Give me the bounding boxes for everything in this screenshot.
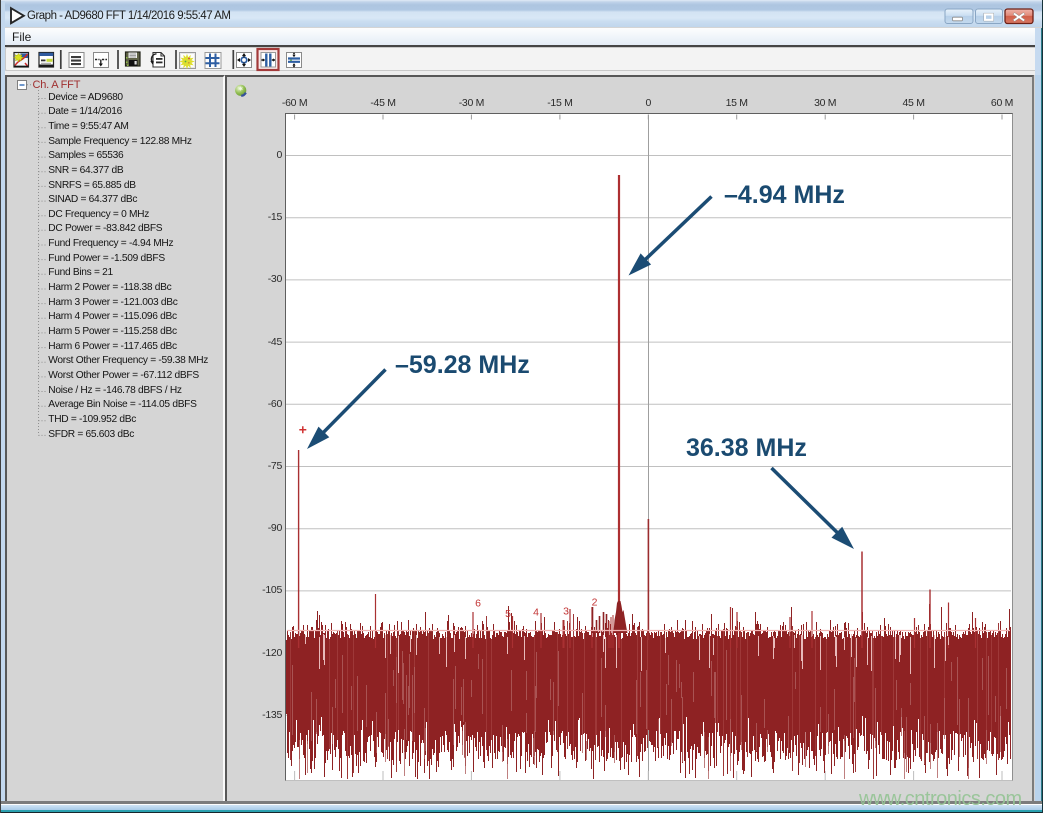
svg-text:5: 5 [505,608,511,620]
svg-text:3: 3 [563,605,569,617]
svg-text:6: 6 [475,598,481,610]
svg-text:4: 4 [533,607,539,619]
svg-text:2: 2 [592,596,598,608]
